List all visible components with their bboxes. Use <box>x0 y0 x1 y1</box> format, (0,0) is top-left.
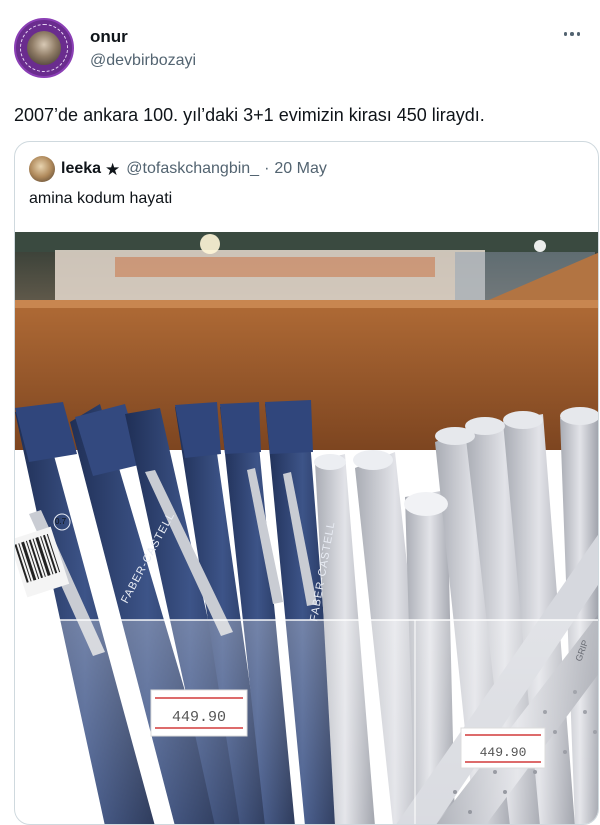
quoted-user-avatar[interactable] <box>29 156 55 182</box>
lead-size-label: 0.7 <box>55 517 67 526</box>
quoted-tweet-card[interactable]: leeka ★ @tofaskchangbin_ · 20 May amina … <box>14 141 599 825</box>
quoted-tweet-text: amina kodum hayati <box>29 190 173 207</box>
tweet-header: onur @devbirbozayi <box>14 18 586 82</box>
display-name[interactable]: onur <box>90 27 128 47</box>
quoted-user-handle[interactable]: @tofaskchangbin_ <box>126 160 259 178</box>
price-tag-right: 449.90 <box>460 727 546 769</box>
tweet-text: 2007’de ankara 100. yıl’daki 3+1 evimizi… <box>14 105 485 125</box>
quoted-tweet-header: leeka ★ @tofaskchangbin_ · 20 May <box>29 156 327 182</box>
price-right: 449.90 <box>480 745 527 760</box>
user-avatar[interactable] <box>14 18 74 78</box>
avatar-photo <box>27 31 61 65</box>
quoted-display-name[interactable]: leeka <box>61 160 101 178</box>
quoted-tweet-photo[interactable]: FABER-CASTELL FABER-CASTELL 0.7 GRIP 449… <box>15 232 599 825</box>
separator-dot: · <box>264 160 270 177</box>
price-tag-left: 449.90 <box>150 689 248 737</box>
price-left: 449.90 <box>172 709 226 726</box>
star-icon: ★ <box>105 159 121 179</box>
user-handle[interactable]: @devbirbozayi <box>90 52 196 70</box>
more-horizontal-icon[interactable] <box>560 24 584 44</box>
quoted-tweet-date[interactable]: 20 May <box>274 160 326 178</box>
